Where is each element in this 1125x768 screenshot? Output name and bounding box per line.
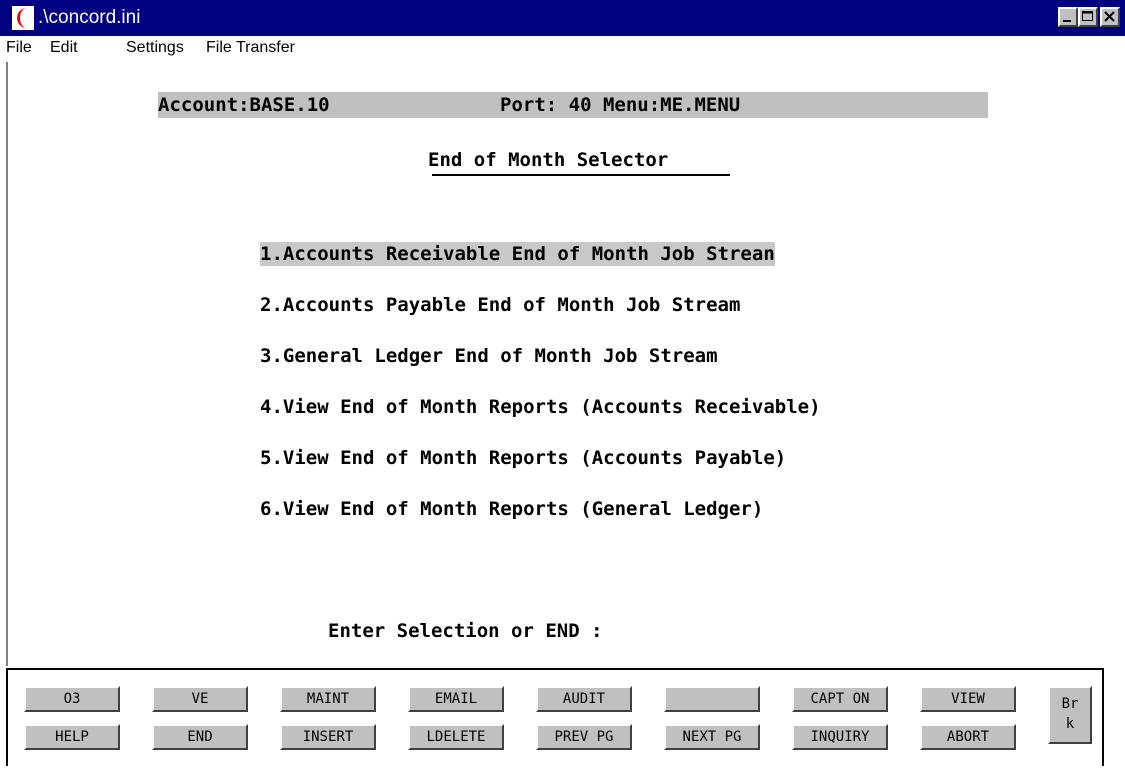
port-menu-label: Port: 40 Menu:ME.MENU [500, 94, 741, 116]
selection-prompt: Enter Selection or END : [328, 620, 603, 642]
minimize-icon [1063, 20, 1071, 22]
fkey-next-pg[interactable]: NEXT PG [664, 724, 760, 750]
fkey-end[interactable]: END [152, 724, 248, 750]
title-underline [432, 174, 730, 176]
fkey-audit[interactable]: AUDIT [536, 686, 632, 712]
fkey-ve[interactable]: VE [152, 686, 248, 712]
fkey-o3[interactable]: O3 [24, 686, 120, 712]
menu-option-4[interactable]: 4.View End of Month Reports (Accounts Re… [260, 395, 821, 419]
fkey-capt-on[interactable]: CAPT ON [792, 686, 888, 712]
window-title: .\concord.ini [38, 7, 141, 28]
fkey-insert[interactable]: INSERT [280, 724, 376, 750]
menu-option-6[interactable]: 6.View End of Month Reports (General Led… [260, 497, 763, 521]
maximize-icon [1082, 11, 1093, 21]
break-label-bottom: k [1065, 716, 1075, 732]
terminal-window: .\concord.ini File Edit Settings File Tr… [0, 0, 1125, 768]
fkey-prev-pg[interactable]: PREV PG [536, 724, 632, 750]
menu-option-1[interactable]: 1.Accounts Receivable End of Month Job S… [260, 242, 775, 266]
concord-crescent-icon [12, 6, 34, 30]
title-bar[interactable]: .\concord.ini [0, 0, 1125, 36]
menu-settings[interactable]: Settings [126, 39, 184, 57]
fkey-blank[interactable] [664, 686, 760, 712]
account-label: Account:BASE.10 [158, 94, 330, 116]
menu-option-5[interactable]: 5.View End of Month Reports (Accounts Pa… [260, 446, 786, 470]
menu-option-3[interactable]: 3.General Ledger End of Month Job Stream [260, 344, 718, 368]
fkey-maint[interactable]: MAINT [280, 686, 376, 712]
menu-file-transfer[interactable]: File Transfer [206, 39, 295, 57]
fkey-help[interactable]: HELP [24, 724, 120, 750]
fkey-view[interactable]: VIEW [920, 686, 1016, 712]
menu-option-2[interactable]: 2.Accounts Payable End of Month Job Stre… [260, 293, 740, 317]
function-key-panel: O3 VE MAINT EMAIL AUDIT CAPT ON VIEW HEL… [6, 668, 1104, 766]
fkey-abort[interactable]: ABORT [920, 724, 1016, 750]
fkey-email[interactable]: EMAIL [408, 686, 504, 712]
close-icon [1104, 11, 1115, 22]
menu-file[interactable]: File [6, 39, 32, 57]
menu-edit[interactable]: Edit [50, 39, 78, 57]
minimize-button[interactable] [1058, 7, 1078, 27]
break-button[interactable]: Br k [1048, 686, 1092, 744]
fkey-ldelete[interactable]: LDELETE [408, 724, 504, 750]
fkey-inquiry[interactable]: INQUIRY [792, 724, 888, 750]
break-label-top: Br [1061, 696, 1079, 712]
maximize-button[interactable] [1078, 7, 1098, 27]
menu-bar: File Edit Settings File Transfer [0, 36, 1125, 62]
terminal-screen[interactable]: Account:BASE.10 Port: 40 Menu:ME.MENU En… [6, 62, 1125, 666]
page-title: End of Month Selector [428, 149, 669, 171]
close-button[interactable] [1100, 7, 1120, 27]
